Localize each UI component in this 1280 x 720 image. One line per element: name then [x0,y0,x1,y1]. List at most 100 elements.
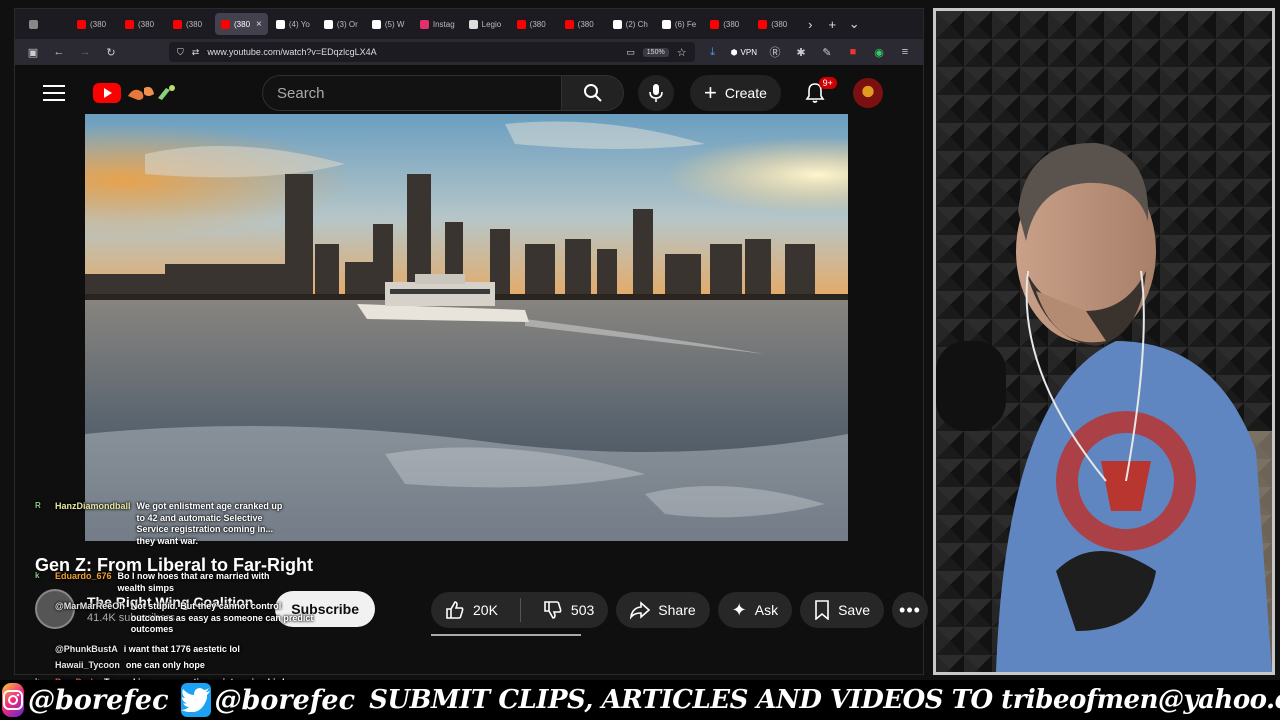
x-icon [275,19,285,29]
browser-tab[interactable] [23,13,69,35]
more-actions-button[interactable]: ••• [892,592,928,628]
ask-label: Ask [754,602,779,618]
address-bar[interactable]: ⛉ ⇄ www.youtube.com/watch?v=EDqzlcgLX4A … [169,42,695,62]
tab-label: (3) Or [336,19,358,29]
permissions-icon: ⇄ [191,46,200,57]
tab-label: (380 [771,19,788,29]
search-icon [583,84,602,102]
browser-tab[interactable]: (380 [559,13,605,35]
search-button[interactable] [562,75,624,111]
chat-username: HanzDiamondball [55,501,131,511]
guide-menu-icon[interactable] [43,85,65,101]
social-banner: @borefec @borefec SUBMIT CLIPS, ARTICLES… [0,680,1280,720]
browser-tab[interactable]: (380 [752,13,798,35]
back-button[interactable]: ← [51,44,67,60]
chat-badge: R [35,501,41,510]
voice-search-button[interactable] [638,75,674,111]
youtube-icon [125,19,134,29]
dislike-button[interactable]: 503 [529,592,608,628]
video-player[interactable] [85,114,848,541]
tab-bar: (380 (380 (380 (380 × (4) Yo (3) Or (5) W Instag… [15,9,923,39]
thumbs-up-icon [446,601,464,619]
browser-tab[interactable]: (380 [704,13,750,35]
like-count: 20K [473,602,498,618]
zoom-level[interactable]: 150% [642,47,669,57]
chat-text: Bo I now hoes that are married with weal… [117,571,270,593]
notifications-button[interactable]: 9+ [797,75,837,111]
browser-tab[interactable]: (4) Yo [270,13,316,35]
video-frame [85,114,848,541]
browser-tab[interactable]: Instag [414,13,461,35]
youtube-logo[interactable] [93,82,180,104]
extension-r-icon[interactable]: Ⓡ [767,44,783,60]
chat-username: Eduardo_676 [55,571,112,581]
tab-label: (6) Fe [674,19,697,29]
search-input[interactable]: Search [262,75,562,111]
tab-label: (2) Ch [625,19,648,29]
extension-pen-icon[interactable]: ✎ [819,44,835,60]
bookmark-star-icon[interactable]: ☆ [677,46,687,59]
download-icon[interactable]: ⤓ [705,44,721,60]
reload-button[interactable]: ↻ [103,44,119,60]
account-avatar[interactable] [852,78,883,108]
menu-icon[interactable]: ≡ [897,44,913,60]
microphone-icon [649,84,663,102]
browser-tab[interactable]: (380 [71,13,117,35]
chat-message: @MarMarReeOh Not stupid. But they cannot … [35,601,321,636]
tab-label: (380 [234,19,251,29]
tab-label: (380 [577,19,594,29]
forward-button[interactable]: → [77,44,93,60]
webcam-image [936,11,1272,672]
webcam-feed [933,8,1275,675]
picture-in-picture-icon[interactable]: ▭ [626,47,635,58]
extensions-puzzle-icon[interactable]: ✱ [793,44,809,60]
like-button[interactable]: 20K [431,592,512,628]
browser-tab[interactable]: (3) Or [318,13,364,35]
like-dislike-group: 20K 503 [431,592,609,628]
browser-window: (380 (380 (380 (380 × (4) Yo (3) Or (5) W Instag… [14,8,928,699]
chat-badge: k [35,571,40,580]
share-label: Share [658,602,696,618]
vpn-icon: ⬢ [730,47,738,57]
twitter-bird-icon [180,683,211,717]
browser-tab[interactable]: (380 [119,13,165,35]
close-tab-icon[interactable]: × [256,19,262,30]
sidebar-toggle-icon[interactable]: ▣ [25,44,41,60]
youtube-icon [221,19,230,29]
vpn-button[interactable]: ⬢ VPN [731,48,757,57]
chat-text: Not stupid. But they cannot control outc… [130,601,314,635]
browser-tab[interactable]: (380 [167,13,213,35]
extension-green-icon[interactable]: ◉ [871,44,887,60]
share-icon [630,601,651,620]
create-label: Create [724,85,767,101]
browser-tab[interactable]: (380 [511,13,557,35]
extension-red-icon[interactable]: ■ [845,44,861,60]
dislike-count: 503 [570,602,595,618]
sparkle-icon: ✦ [731,599,747,620]
more-horizontal-icon: ••• [899,599,921,620]
chat-text: i want that 1776 aestetic lol [123,644,240,654]
share-button[interactable]: Share [616,592,710,628]
browser-tab[interactable]: (5) W [366,13,412,35]
youtube-page: Search + Create 9+ Gen Z: From Liberal t… [15,65,928,699]
new-tab-icon[interactable]: + [822,14,842,34]
chat-username: @PhunkBustA [55,644,118,654]
save-button[interactable]: Save [800,592,884,628]
browser-tab[interactable]: Legio [463,13,509,35]
url-text[interactable]: www.youtube.com/watch?v=EDqzlcgLX4A [207,47,618,57]
instagram-handle: @borefec [28,684,169,716]
chat-message: @PhunkBustA i want that 1776 aestetic lol [35,644,264,656]
browser-tab[interactable]: (380 × [215,13,268,35]
chevron-right-icon[interactable]: › [800,14,820,34]
tab-label: (380 [723,19,740,29]
tab-list-icon[interactable]: ⌄ [844,14,864,34]
browser-tab[interactable]: (2) Ch [607,13,654,35]
tabs-icon [29,19,38,29]
youtube-icon [710,19,720,29]
plus-icon: + [704,80,717,105]
youtube-icon [173,19,182,29]
tab-label: (380 [186,19,203,29]
ask-button[interactable]: ✦ Ask [717,592,793,628]
create-button[interactable]: + Create [690,75,781,111]
browser-tab[interactable]: (6) Fe [656,13,702,35]
